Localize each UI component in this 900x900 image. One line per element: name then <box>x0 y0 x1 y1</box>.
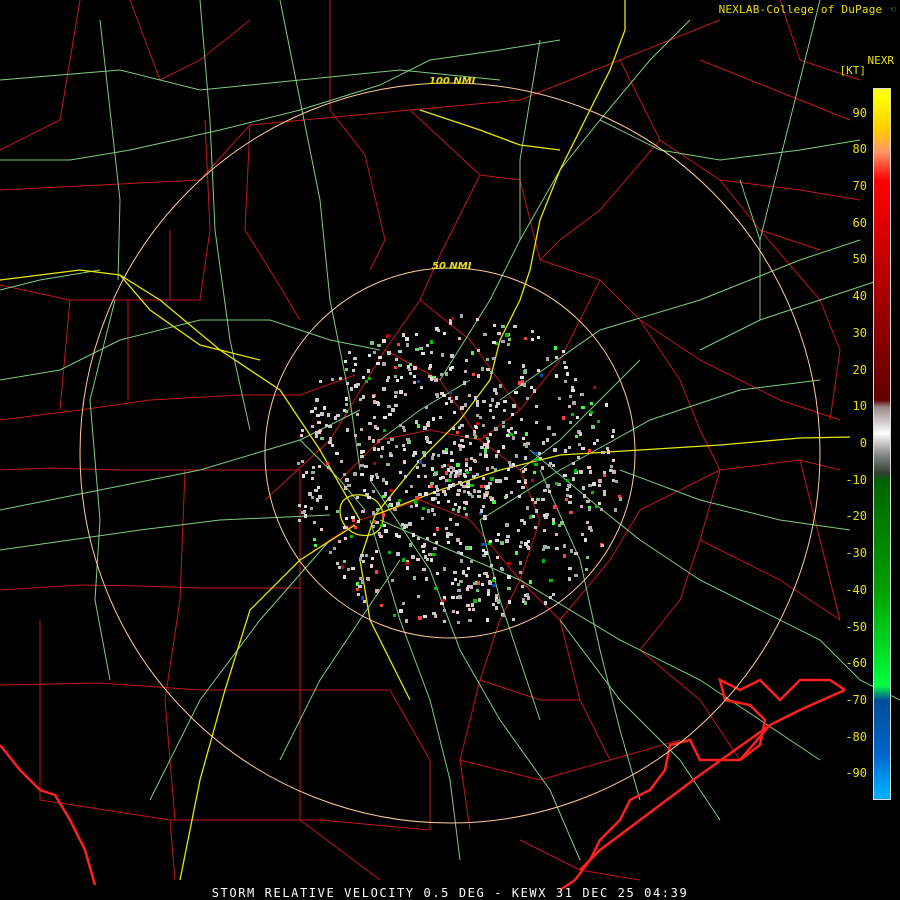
scale-label: -70 <box>845 692 867 707</box>
ring-label-100: 100 NMI <box>429 76 476 87</box>
county-boundaries <box>0 0 861 881</box>
product-code: NEXR <box>867 54 895 67</box>
scale-label: -20 <box>845 509 867 524</box>
scale-label: 0 <box>859 436 867 450</box>
scale-label: -10 <box>845 472 867 487</box>
scale-label: 10 <box>852 399 867 414</box>
source-credit: NEXLAB-College of DuPage ☜ <box>718 3 896 16</box>
radar-echoes <box>297 314 622 624</box>
ring-label-50: 50 NMI <box>432 261 472 272</box>
gulf-coastline <box>0 677 846 892</box>
scale-label: -40 <box>845 582 867 597</box>
units-label: [KT] <box>839 64 867 77</box>
scale-label: 20 <box>852 362 867 377</box>
scale-label: -90 <box>845 766 867 781</box>
scale-label: 80 <box>852 142 867 157</box>
radar-map <box>0 0 900 892</box>
product-caption: STORM RELATIVE VELOCITY 0.5 DEG - KEWX 3… <box>211 886 689 900</box>
scale-label: 60 <box>852 215 867 230</box>
scale-label: -80 <box>845 729 867 744</box>
scale-label: -30 <box>845 546 867 561</box>
scale-label: 70 <box>852 179 867 194</box>
scale-label: 50 <box>852 252 867 267</box>
scale-label: 30 <box>852 325 867 340</box>
scale-label: -50 <box>845 619 867 634</box>
velocity-color-scale <box>873 88 891 800</box>
scale-label: 90 <box>852 105 867 120</box>
scale-label: -60 <box>845 656 867 671</box>
scale-label: 40 <box>852 289 867 304</box>
